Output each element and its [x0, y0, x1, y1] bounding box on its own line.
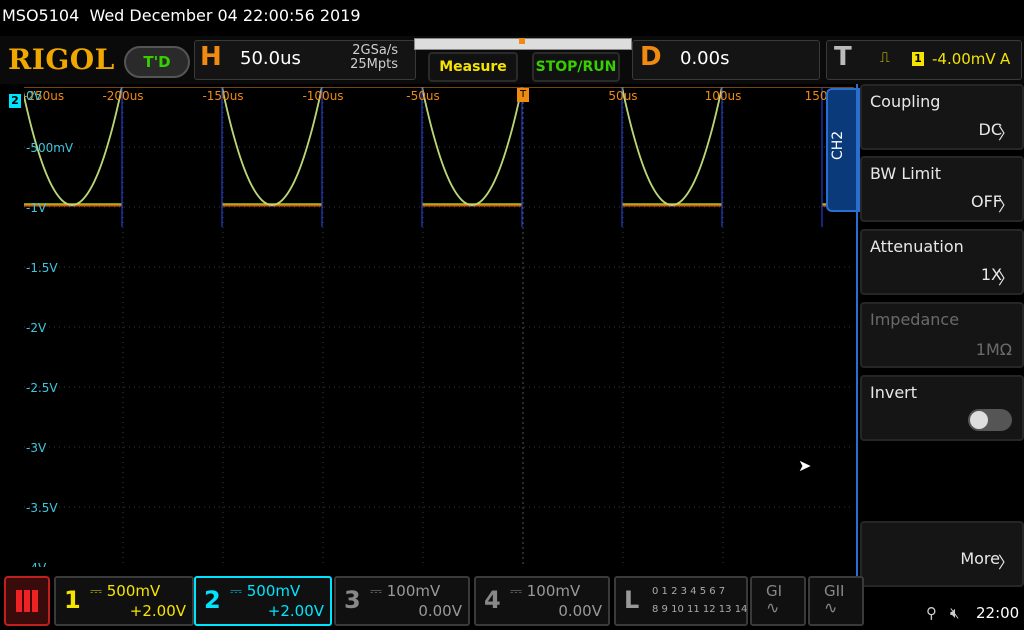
delay-value: 0.00s — [680, 48, 730, 69]
chevron-right-icon: 〉 — [997, 553, 1014, 572]
home-button[interactable] — [4, 576, 50, 626]
usb-icon: ⚲ — [926, 604, 937, 622]
wave-icon: ∿ — [824, 598, 838, 617]
coupling-menu-item[interactable]: Coupling DC 〉 — [860, 84, 1024, 150]
channel-2-offset: +2.00V — [267, 602, 324, 620]
measure-button[interactable]: Measure — [428, 52, 518, 82]
volt-tick-label: -2.5V — [26, 381, 58, 395]
channel-2-scale: ⎓ 500mV — [230, 582, 301, 600]
ch2-offset-marker[interactable]: 2 — [9, 94, 21, 108]
time-tick-label: 100us — [705, 89, 742, 103]
impedance-value: 1MΩ — [975, 340, 1012, 359]
logic-label: L — [624, 586, 640, 614]
trigger-edge-icon: ⎍ — [880, 50, 890, 66]
time-tick-label: -50us — [406, 89, 439, 103]
volt-tick-label: 0V — [26, 89, 43, 103]
rigol-logo: RIGOL — [8, 43, 115, 76]
impedance-label: Impedance — [870, 310, 960, 329]
memory-position-marker — [519, 38, 525, 44]
invert-label: Invert — [870, 383, 918, 402]
bw-limit-menu-item[interactable]: BW Limit OFF 〉 — [860, 156, 1024, 222]
chevron-right-icon: 〉 — [997, 269, 1014, 288]
bw-limit-label: BW Limit — [870, 164, 941, 183]
attenuation-label: Attenuation — [870, 237, 964, 256]
sample-rate: 2GSa/s — [352, 43, 398, 58]
attenuation-menu-item[interactable]: Attenuation 1X 〉 — [860, 229, 1024, 295]
grid-icon — [16, 590, 38, 612]
model-name: MSO5104 — [2, 6, 80, 25]
mouse-cursor-icon: ➤ — [798, 456, 812, 475]
channel-4-number: 4 — [484, 586, 501, 614]
trigger-level: -4.00mV — [932, 50, 996, 68]
volt-tick-label: -1V — [26, 201, 47, 215]
logic-row-2: 8 9 10 11 12 13 14 15 — [652, 604, 764, 615]
impedance-menu-item: Impedance 1MΩ — [860, 302, 1024, 368]
timebase-value: 50.0us — [240, 48, 301, 69]
chevron-right-icon: 〉 — [997, 196, 1014, 215]
volt-tick-label: -2V — [26, 321, 47, 335]
trigger-source: 1 — [912, 52, 924, 66]
time-tick-label: -150us — [202, 89, 243, 103]
datetime: Wed December 04 22:00:56 2019 — [89, 6, 361, 25]
channel-3-offset: 0.00V — [418, 602, 462, 620]
channel-3-box[interactable]: 3 ⎓ 100mV 0.00V — [334, 576, 470, 626]
speaker-muted-icon[interactable]: 🔇︎ — [950, 604, 959, 622]
channel-1-box[interactable]: 1 ⎓ 500mV +2.00V — [54, 576, 194, 626]
mode-badge[interactable]: T'D — [124, 46, 190, 78]
more-label: More — [960, 549, 1000, 568]
channel-3-scale: ⎓ 100mV — [370, 582, 441, 600]
decoder-1-box[interactable]: GI ∿ — [750, 576, 806, 626]
more-menu-item[interactable]: More 〉 — [860, 521, 1024, 587]
channel-4-scale: ⎓ 100mV — [510, 582, 581, 600]
stop-run-button[interactable]: STOP/RUN — [532, 52, 620, 82]
invert-toggle[interactable] — [968, 409, 1012, 431]
logic-row-1: 0 1 2 3 4 5 6 7 — [652, 586, 726, 597]
volt-tick-label: -1.5V — [26, 261, 58, 275]
channel-1-number: 1 — [64, 586, 81, 614]
channel-1-scale: ⎓ 500mV — [90, 582, 161, 600]
volt-tick-label: -3.5V — [26, 501, 58, 515]
horizontal-label: H — [200, 42, 222, 72]
title-bar: MSO5104 Wed December 04 22:00:56 2019 — [0, 0, 1024, 34]
wave-icon: ∿ — [766, 598, 780, 617]
coupling-label: Coupling — [870, 92, 941, 111]
channel-4-offset: 0.00V — [558, 602, 602, 620]
trigger-mode: A — [1000, 50, 1011, 68]
time-tick-label: -200us — [102, 89, 143, 103]
side-menu-tab-label: CH2 — [830, 130, 846, 160]
memory-depth: 25Mpts — [350, 57, 398, 72]
trigger-label: T — [834, 42, 852, 72]
logic-channels-box[interactable]: L 0 1 2 3 4 5 6 7 8 9 10 11 12 13 14 15 — [614, 576, 763, 626]
toggle-knob — [970, 411, 988, 429]
volt-tick-label: -4V — [26, 561, 47, 567]
time-tick-label: 50us — [608, 89, 637, 103]
invert-menu-item[interactable]: Invert — [860, 375, 1024, 441]
channel-2-number: 2 — [204, 586, 221, 614]
channel-4-box[interactable]: 4 ⎓ 100mV 0.00V — [474, 576, 610, 626]
channel-2-box[interactable]: 2 ⎓ 500mV +2.00V — [194, 576, 332, 626]
time-tick-label: -100us — [302, 89, 343, 103]
title-text: MSO5104 Wed December 04 22:00:56 2019 — [2, 6, 361, 25]
channel-3-number: 3 — [344, 586, 361, 614]
waveform-display[interactable]: -250us -200us -150us -100us -50us 50us 100us 15… — [24, 87, 854, 567]
delay-label: D — [640, 42, 662, 72]
volt-tick-label: -500mV — [26, 141, 74, 155]
channel-1-offset: +2.00V — [129, 602, 186, 620]
volt-tick-label: -3V — [26, 441, 47, 455]
trigger-position-marker[interactable]: T — [517, 88, 529, 102]
decoder-2-box[interactable]: GII ∿ — [808, 576, 864, 626]
clock-time: 22:00 — [976, 604, 1020, 622]
chevron-right-icon: 〉 — [997, 124, 1014, 143]
